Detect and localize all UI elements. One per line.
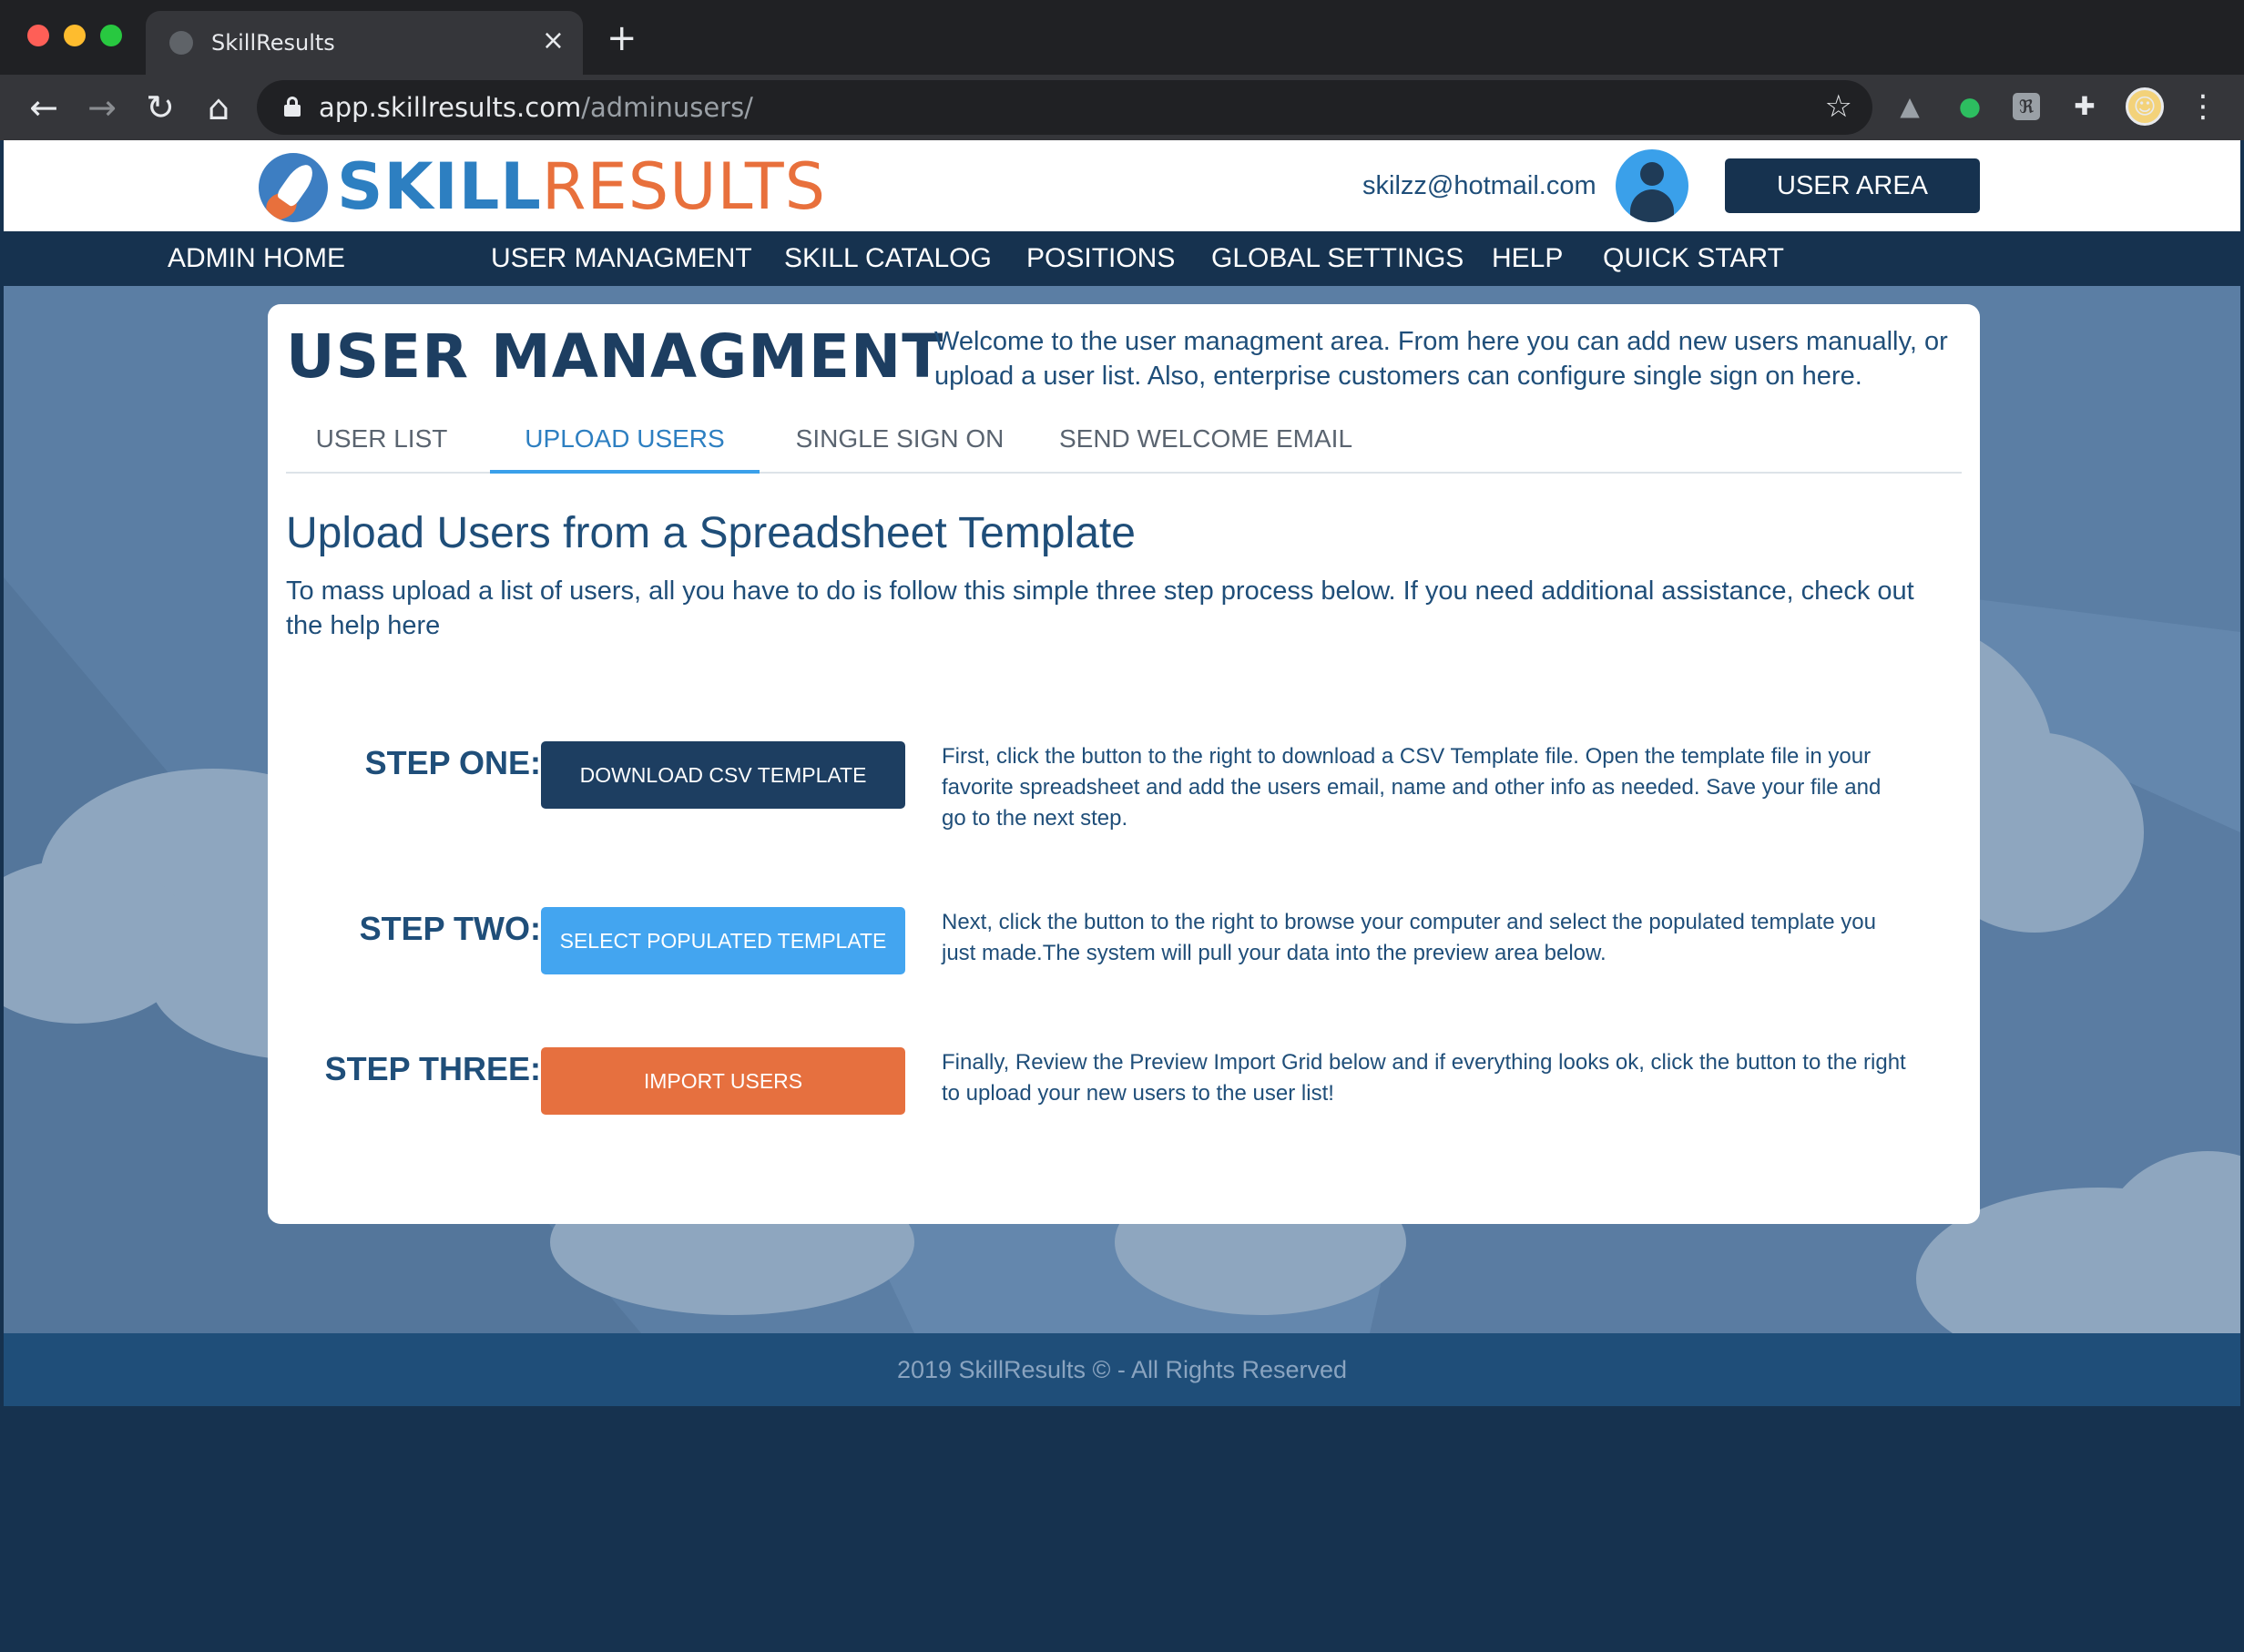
browser-toolbar: ← → ↻ ⌂ app.skillresults.com/adminusers/… xyxy=(0,75,2244,140)
site-header: SKILLRESULTS skilzz@hotmail.com USER ARE… xyxy=(4,140,2240,231)
user-area-button[interactable]: USER AREA xyxy=(1725,158,1980,213)
evernote-icon[interactable]: ● xyxy=(1954,91,1985,122)
globe-icon xyxy=(169,31,193,55)
nav-user-managment[interactable]: USER MANAGMENT xyxy=(491,231,752,286)
intro-text: Welcome to the user managment area. From… xyxy=(934,327,1948,391)
url-path: /adminusers/ xyxy=(581,92,753,123)
section-description: To mass upload a list of users, all you … xyxy=(286,576,1914,640)
nav-help[interactable]: HELP xyxy=(1492,231,1563,286)
section-tabs: USER LIST UPLOAD USERS SINGLE SIGN ON SE… xyxy=(286,410,1962,474)
nav-global-settings[interactable]: GLOBAL SETTINGS xyxy=(1211,231,1464,286)
close-tab-icon[interactable]: × xyxy=(542,25,565,56)
rocket-icon xyxy=(259,153,328,222)
step-two-description: Next, click the button to the right to b… xyxy=(942,910,1876,965)
url-host: app.skillresults.com xyxy=(319,92,582,123)
nav-quick-start[interactable]: QUICK START xyxy=(1603,231,1784,286)
select-populated-template-button[interactable]: SELECT POPULATED TEMPLATE xyxy=(541,907,905,974)
tab-upload-users[interactable]: UPLOAD USERS xyxy=(490,410,760,474)
home-icon[interactable]: ⌂ xyxy=(199,87,239,127)
nav-admin-home[interactable]: ADMIN HOME xyxy=(168,231,345,286)
drive-icon[interactable]: ▲ xyxy=(1894,91,1925,122)
page-title: USER MANAGMENT xyxy=(286,321,944,392)
section-heading: Upload Users from a Spreadsheet Template xyxy=(286,509,1136,557)
reload-icon[interactable]: ↻ xyxy=(140,87,180,127)
browser-tab-bar: SkillResults × + xyxy=(0,0,2244,75)
step-three-label: STEP THREE: xyxy=(324,1050,541,1087)
step-three-description: Finally, Review the Preview Import Grid … xyxy=(942,1050,1906,1106)
tab-single-sign-on[interactable]: SINGLE SIGN ON xyxy=(780,410,1020,474)
download-csv-template-button[interactable]: DOWNLOAD CSV TEMPLATE xyxy=(541,741,905,809)
main-navigation: ADMIN HOME USER MANAGMENT SKILL CATALOG … xyxy=(4,231,2240,286)
tab-title: SkillResults xyxy=(211,30,335,56)
web-page: SKILLRESULTS skilzz@hotmail.com USER ARE… xyxy=(4,140,2240,1652)
copyright-text: 2019 SkillResults © - All Rights Reserve… xyxy=(896,1356,1348,1383)
profile-avatar-icon[interactable]: ☺ xyxy=(2126,87,2164,126)
box-extension-icon[interactable]: ℜ xyxy=(2013,93,2040,120)
zoom-window-button[interactable] xyxy=(100,25,122,46)
minimize-window-button[interactable] xyxy=(64,25,86,46)
bookmark-star-icon[interactable]: ☆ xyxy=(1825,88,1852,125)
user-managment-card: USER MANAGMENT Welcome to the user manag… xyxy=(268,304,1980,1224)
step-one-label: STEP ONE: xyxy=(364,744,541,781)
new-tab-icon[interactable]: + xyxy=(607,20,638,56)
browser-tab[interactable]: SkillResults × xyxy=(146,11,583,75)
kebab-menu-icon[interactable]: ⋮ xyxy=(2188,91,2218,122)
puzzle-icon[interactable]: ✚ xyxy=(2069,91,2100,122)
close-window-button[interactable] xyxy=(27,25,49,46)
nav-positions[interactable]: POSITIONS xyxy=(1026,231,1175,286)
logo-wordmark: SKILLRESULTS xyxy=(337,149,826,224)
address-bar[interactable]: app.skillresults.com/adminusers/ ☆ xyxy=(257,80,1872,135)
back-arrow-icon[interactable]: ← xyxy=(24,87,64,127)
import-users-button[interactable]: IMPORT USERS xyxy=(541,1047,905,1115)
tab-user-list[interactable]: USER LIST xyxy=(286,410,477,474)
logo-skill: SKILL xyxy=(337,149,542,224)
url-text[interactable]: app.skillresults.com/adminusers/ xyxy=(319,89,753,126)
step-one-description: First, click the button to the right to … xyxy=(942,744,1882,831)
tab-send-welcome-email[interactable]: SEND WELCOME EMAIL xyxy=(1042,410,1370,474)
account-email: skilzz@hotmail.com xyxy=(1362,171,1596,200)
user-avatar-icon[interactable] xyxy=(1616,149,1688,222)
site-footer: 2019 SkillResults © - All Rights Reserve… xyxy=(4,1333,2240,1406)
logo-results: RESULTS xyxy=(541,149,827,224)
forward-arrow-icon[interactable]: → xyxy=(82,87,122,127)
nav-skill-catalog[interactable]: SKILL CATALOG xyxy=(784,231,992,286)
lock-icon[interactable] xyxy=(284,97,301,117)
step-two-label: STEP TWO: xyxy=(359,910,541,947)
